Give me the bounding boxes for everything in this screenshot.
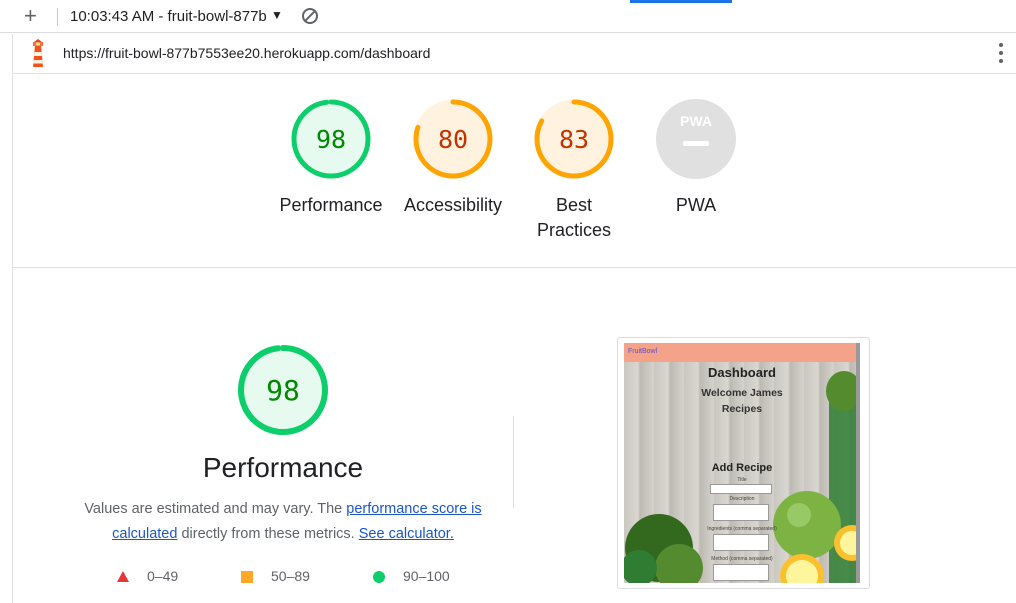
legend-fail-range: 0–49 [147, 568, 179, 584]
gauge-performance-label: Performance [279, 195, 383, 215]
screenshot-image: FruitBowl Dashboard Welcome James Recipe… [624, 343, 860, 583]
gauge-performance-ring: 98 [291, 99, 371, 179]
score-summary: 98 Performance 80 Accessibility 83 Best … [13, 74, 1016, 268]
gauge-best-practices[interactable]: 83 Best Practices [514, 98, 634, 243]
active-tab-indicator [630, 0, 732, 3]
thumb-brand: FruitBowl [628, 348, 658, 355]
section-divider [513, 416, 514, 508]
legend-average-range: 50–89 [271, 568, 310, 584]
more-options-icon[interactable] [999, 43, 1003, 65]
gauge-best-practices-ring: 83 [534, 99, 614, 179]
gauge-accessibility-ring: 80 [413, 99, 493, 179]
performance-title: Performance [202, 452, 364, 483]
thumb-description-label: Description [729, 496, 755, 502]
gauge-pwa[interactable]: PWA PWA [636, 98, 756, 218]
thumb-add-recipe: Add Recipe [711, 462, 773, 474]
clear-icon[interactable] [302, 8, 318, 24]
square-icon [241, 571, 253, 583]
final-screenshot[interactable]: FruitBowl Dashboard Welcome James Recipe… [617, 337, 870, 589]
gauge-accessibility-label: Accessibility [403, 195, 503, 215]
thumb-description-input [713, 504, 769, 521]
thumb-heading: Dashboard [708, 365, 776, 380]
pwa-badge-icon: PWA [656, 99, 736, 179]
gauge-best-practices-value: 83 [559, 125, 589, 154]
pwa-badge-text: PWA [680, 113, 712, 129]
gauge-accessibility[interactable]: 80 Accessibility [393, 98, 513, 218]
triangle-icon [117, 571, 129, 582]
thumb-ingredients-label: Ingredients (comma separated) [707, 526, 777, 532]
see-calculator-link[interactable]: See calculator. [359, 526, 454, 542]
thumb-method-label: Method (comma separated) [711, 556, 773, 562]
chevron-down-icon[interactable]: ▼ [271, 8, 283, 22]
lighthouse-icon [33, 39, 43, 67]
new-report-button[interactable]: + [24, 5, 37, 27]
legend-pass-range: 90–100 [403, 568, 450, 584]
circle-icon [373, 571, 385, 583]
toolbar-divider [57, 8, 58, 26]
gauge-best-practices-label: Best Practices [536, 195, 612, 240]
thumb-method-input [713, 564, 769, 581]
performance-desc-mid: directly from these metrics. [177, 526, 359, 542]
thumb-welcome: Welcome James [701, 387, 783, 399]
gauge-pwa-label: PWA [675, 195, 717, 215]
thumb-navbar: FruitBowl [624, 343, 860, 362]
performance-big-value: 98 [266, 374, 300, 407]
thumb-scrollbar [856, 343, 860, 583]
thumb-recipes: Recipes [721, 403, 763, 415]
gauge-accessibility-value: 80 [438, 125, 468, 154]
performance-big-gauge: 98 [238, 345, 328, 435]
report-selector[interactable]: 10:03:43 AM - fruit-bowl-877b [70, 8, 267, 25]
thumb-title-input [710, 484, 772, 494]
gauge-performance-value: 98 [316, 125, 346, 154]
performance-description: Values are estimated and may vary. The p… [70, 497, 496, 547]
devtools-toolbar: + 10:03:43 AM - fruit-bowl-877b ▼ [0, 0, 1016, 33]
report-url[interactable]: https://fruit-bowl-877b7553ee20.herokuap… [63, 45, 430, 61]
report-url-bar: https://fruit-bowl-877b7553ee20.herokuap… [13, 34, 1016, 74]
performance-desc-prefix: Values are estimated and may vary. The [84, 501, 347, 517]
gauge-performance[interactable]: 98 Performance [271, 98, 391, 218]
thumb-title-label: Title [737, 477, 747, 483]
thumb-ingredients-input [713, 534, 769, 551]
